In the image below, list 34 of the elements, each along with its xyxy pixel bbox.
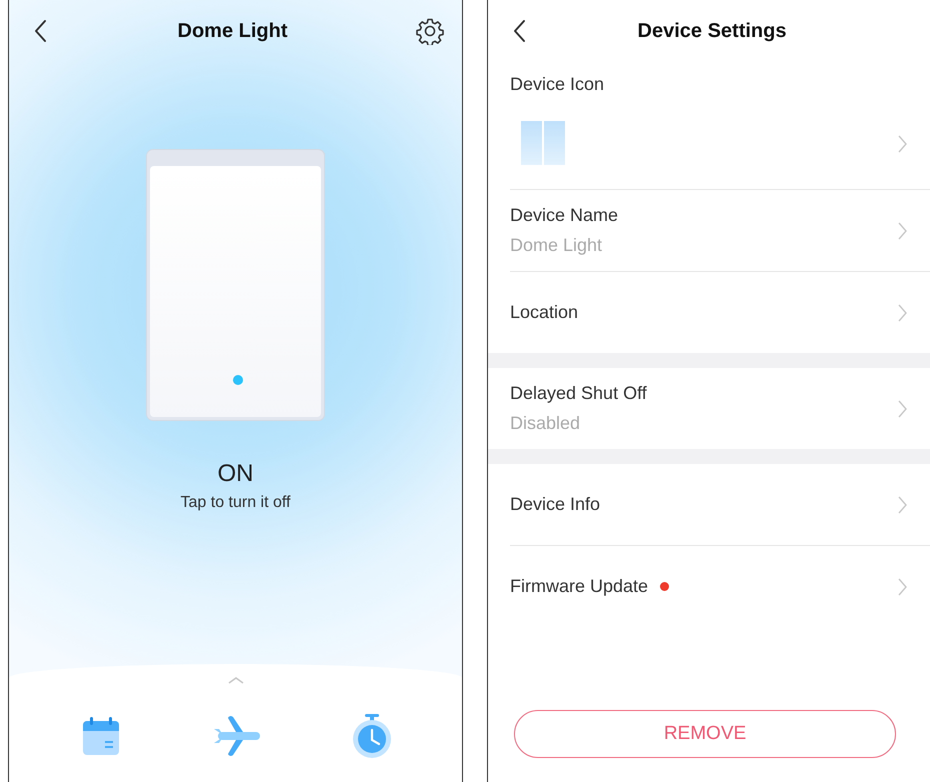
indicator-light: [233, 375, 243, 385]
chevron-right-icon[interactable]: [897, 134, 908, 154]
settings-row[interactable]: Firmware Update: [510, 546, 930, 627]
caret-up-icon[interactable]: [228, 676, 244, 684]
stopwatch-icon[interactable]: [352, 714, 392, 758]
back-icon[interactable]: [33, 18, 49, 44]
chevron-right-icon[interactable]: [897, 494, 908, 514]
power-state: ON: [218, 460, 254, 488]
row-value: Disabled: [510, 413, 582, 434]
back-icon[interactable]: [512, 18, 528, 44]
row-label: Firmware Update: [510, 576, 648, 597]
screen-title: Device Settings: [638, 20, 786, 42]
airplane-icon[interactable]: [212, 715, 260, 757]
settings-row[interactable]: Device Name Dome Light: [510, 190, 930, 272]
chevron-right-icon[interactable]: [897, 302, 908, 322]
row-label: Device Info: [510, 494, 600, 515]
row-label: Device Name: [510, 205, 618, 226]
hint-text: Tap to turn it off: [180, 494, 290, 512]
settings-row[interactable]: Delayed Shut Off Disabled: [510, 368, 930, 449]
settings-row[interactable]: Location: [510, 272, 930, 353]
panel-icon[interactable]: [521, 121, 565, 165]
row-label: Device Icon: [510, 74, 604, 95]
light-switch[interactable]: [147, 150, 324, 420]
chevron-right-icon[interactable]: [897, 398, 908, 418]
chevron-right-icon[interactable]: [897, 220, 908, 240]
row-label: Delayed Shut Off: [510, 383, 647, 404]
row-label: Location: [510, 302, 578, 323]
row-value: Dome Light: [510, 235, 604, 256]
calendar-icon[interactable]: [82, 717, 120, 755]
chevron-right-icon[interactable]: [897, 576, 908, 596]
screen-title: Dome Light: [178, 20, 288, 42]
settings-row[interactable]: Device Info: [510, 464, 930, 546]
settings-row[interactable]: Device Icon: [510, 62, 930, 190]
settings-icon[interactable]: [416, 17, 444, 45]
